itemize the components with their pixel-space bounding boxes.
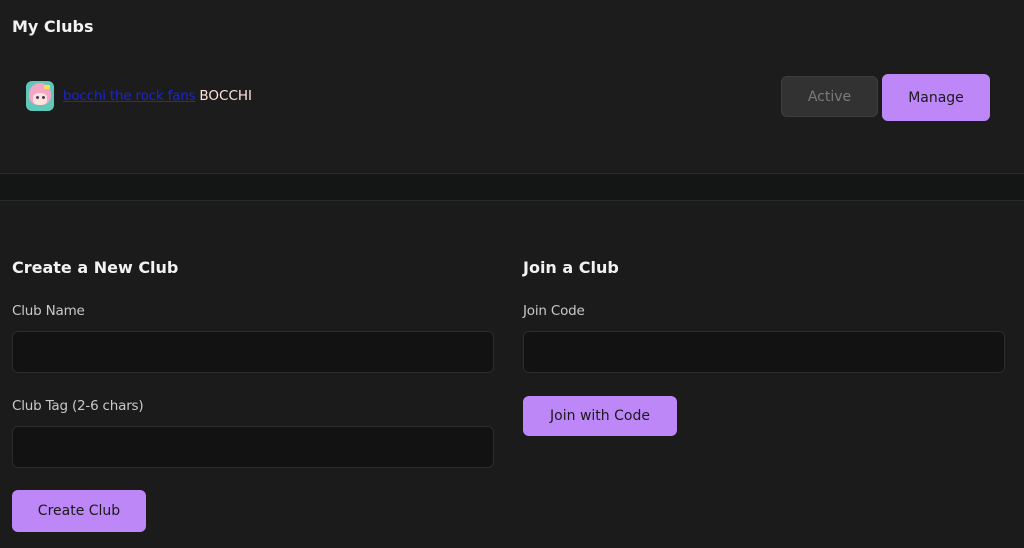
club-name-input[interactable] (12, 331, 494, 373)
club-tag: BOCCHI (199, 88, 253, 104)
manage-button[interactable]: Manage (882, 74, 990, 121)
my-clubs-title: My Clubs (12, 17, 94, 36)
section-divider (0, 173, 1024, 201)
create-club-button[interactable]: Create Club (12, 490, 146, 532)
club-name-label: Club Name (12, 303, 85, 319)
club-avatar-icon (26, 81, 54, 111)
join-club-title: Join a Club (523, 258, 619, 277)
join-code-label: Join Code (523, 303, 585, 319)
club-row: bocchi the rock fans BOCCHI (26, 81, 252, 111)
club-tag-input[interactable] (12, 426, 494, 468)
clubs-page: My Clubs bocchi the rock fans BOCCHI Act… (0, 0, 1024, 548)
club-tag-label: Club Tag (2-6 chars) (12, 398, 144, 414)
create-club-title: Create a New Club (12, 258, 179, 277)
join-code-input[interactable] (523, 331, 1005, 373)
join-with-code-button[interactable]: Join with Code (523, 396, 677, 436)
my-clubs-section: My Clubs bocchi the rock fans BOCCHI Act… (0, 0, 1024, 172)
club-name-link[interactable]: bocchi the rock fans (63, 88, 196, 104)
active-button[interactable]: Active (781, 76, 878, 117)
